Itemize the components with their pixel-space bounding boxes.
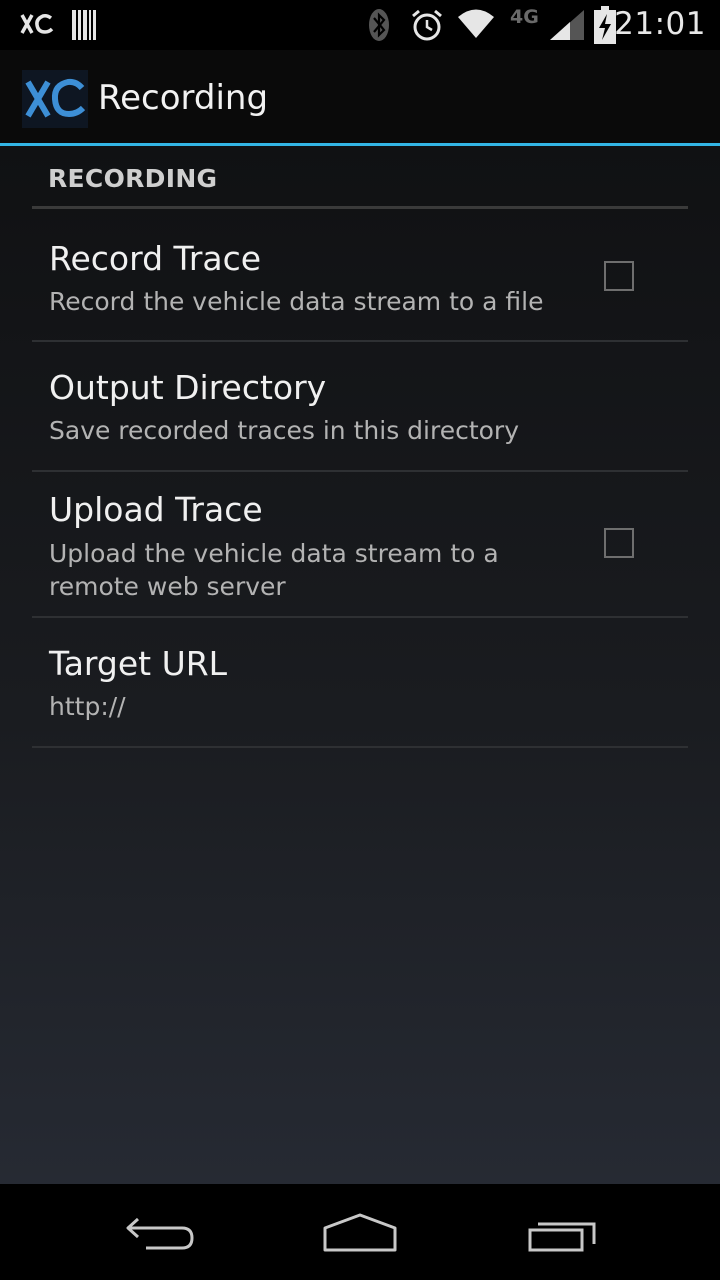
- pref-summary: Save recorded traces in this directory: [49, 416, 520, 445]
- back-icon: [126, 1217, 194, 1250]
- home-button[interactable]: [280, 1184, 440, 1280]
- pref-title: Target URL: [49, 644, 228, 683]
- recent-apps-icon: [528, 1222, 596, 1252]
- pref-title: Record Trace: [49, 239, 262, 278]
- barcode-icon: [72, 10, 96, 40]
- upload-trace-checkbox[interactable]: [604, 528, 634, 558]
- record-trace-checkbox[interactable]: [604, 261, 634, 291]
- page-title: Recording: [98, 78, 269, 118]
- pref-summary: Record the vehicle data stream to a file: [49, 287, 544, 316]
- status-bar: 4G 21:01: [0, 0, 720, 50]
- back-button[interactable]: [80, 1184, 240, 1280]
- bluetooth-icon: [369, 9, 389, 41]
- pref-output-directory[interactable]: Output Directory Save recorded traces in…: [32, 342, 688, 470]
- pref-record-trace[interactable]: Record Trace Record the vehicle data str…: [32, 209, 688, 341]
- preferences-list: RECORDING Record Trace Record the vehicl…: [0, 146, 720, 1184]
- pref-target-url[interactable]: Target URL http://: [32, 618, 688, 746]
- home-icon: [323, 1213, 397, 1252]
- pref-title: Upload Trace: [49, 490, 263, 529]
- android-screen: 4G 21:01 Recording RECORDING Record Trac…: [0, 0, 720, 1280]
- recent-apps-button[interactable]: [480, 1184, 640, 1280]
- pref-summary: http://: [49, 692, 126, 721]
- app-logo-icon[interactable]: [22, 70, 88, 128]
- action-bar: Recording: [0, 50, 720, 143]
- battery-charging-icon: [594, 6, 616, 44]
- pref-upload-trace[interactable]: Upload Trace Upload the vehicle data str…: [32, 472, 688, 616]
- alarm-icon: [412, 9, 442, 41]
- pref-title: Output Directory: [49, 368, 327, 407]
- status-time: 21:01: [614, 6, 706, 42]
- wifi-icon: [458, 9, 494, 38]
- category-header: RECORDING: [48, 164, 218, 193]
- signal-icon: [550, 10, 584, 40]
- pref-summary: Upload the vehicle data stream to a remo…: [49, 539, 499, 601]
- pref-divider: [32, 746, 688, 748]
- network-type-label: 4G: [510, 6, 539, 28]
- navigation-bar: [0, 1184, 720, 1280]
- xc-app-icon: [20, 14, 54, 34]
